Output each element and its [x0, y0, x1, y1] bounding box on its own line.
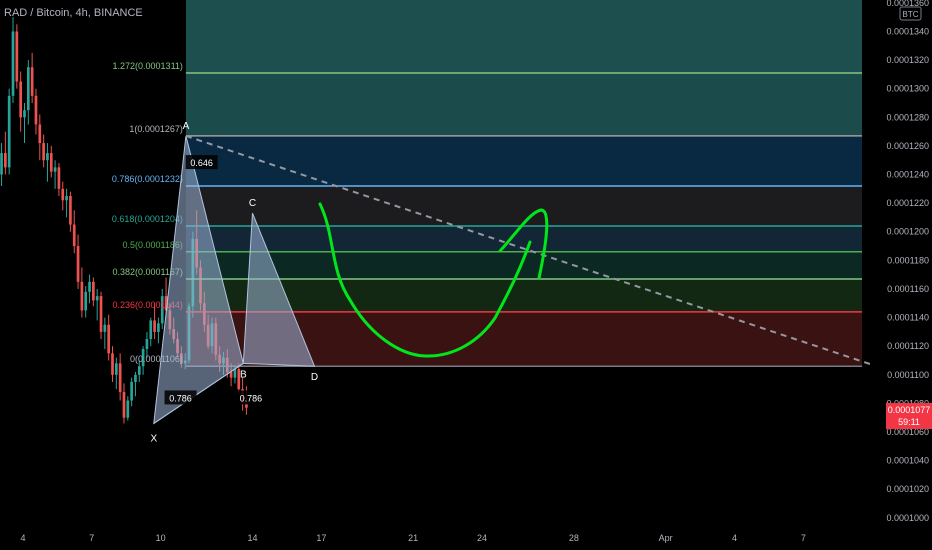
candle-body [111, 353, 114, 375]
candle-body [229, 371, 233, 378]
candle-body [114, 363, 118, 375]
time-tick-label: 10 [156, 533, 166, 543]
price-tick-label: 0.0001240 [886, 170, 929, 180]
candle-body [95, 296, 99, 301]
bar-countdown: 59:11 [898, 417, 920, 427]
fib-level-label: 1(0.0001267) [129, 124, 183, 134]
pattern-ratio-label: 0.646 [190, 158, 213, 168]
price-tick-label: 0.0001020 [886, 484, 929, 494]
candle-body [7, 95, 11, 168]
candle-body [53, 167, 57, 172]
price-tick-label: 0.0001300 [886, 84, 929, 94]
candle-body [72, 224, 76, 247]
time-tick-label: Apr [659, 533, 673, 543]
candle-body [103, 324, 107, 332]
candle-body [0, 153, 3, 175]
time-tick-label: 14 [247, 533, 257, 543]
candle-body [130, 381, 133, 401]
candle-body [19, 81, 23, 118]
price-tick-label: 0.0001340 [886, 26, 929, 36]
time-tick-label: 21 [408, 533, 418, 543]
candle-body [57, 167, 61, 189]
fib-level-label: 0.786(0.0001232) [112, 174, 183, 184]
pattern-ratio-label: 0.786 [240, 393, 263, 403]
candle-body [149, 320, 153, 340]
fib-zone [185, 72, 862, 136]
candle-body [99, 296, 103, 332]
price-tick-label: 0.0001320 [886, 55, 929, 65]
time-tick-label: 7 [89, 533, 94, 543]
candle-body [145, 339, 149, 350]
time-tick-label: 7 [801, 533, 806, 543]
last-price-label: 0.0001077 [888, 405, 931, 415]
candle-body [153, 320, 156, 332]
candle-body [69, 195, 72, 225]
fib-zone [185, 185, 862, 227]
pattern-point-label: A [183, 121, 190, 132]
candle-body [122, 391, 126, 418]
candle-body [107, 324, 111, 354]
price-tick-label: 0.0001220 [886, 198, 929, 208]
price-tick-label: 0.0001200 [886, 227, 929, 237]
candle-body [92, 281, 95, 301]
time-tick-label: 4 [732, 533, 737, 543]
candle-body [38, 124, 42, 144]
pattern-ratio-label: 0.786 [169, 393, 192, 403]
candle-body [42, 143, 45, 161]
candle-body [23, 110, 26, 118]
candle-body [11, 31, 15, 96]
time-tick-label: 24 [477, 533, 487, 543]
time-tick-label: 4 [20, 533, 25, 543]
price-tick-label: 0.0001180 [887, 255, 929, 265]
candle-body [26, 67, 30, 111]
symbol-title: RAD / Bitcoin, 4h, BINANCE [4, 7, 143, 19]
candle-body [65, 195, 68, 201]
candle-body [134, 374, 137, 382]
candle-body [4, 153, 7, 168]
fib-level-label: 0.618(0.0001204) [112, 214, 183, 224]
price-tick-label: 0.0001040 [886, 456, 929, 466]
pattern-point-label: B [240, 369, 247, 380]
candle-body [118, 363, 122, 392]
candle-body [34, 95, 38, 125]
candle-body [30, 67, 34, 96]
pattern-point-label: C [249, 198, 256, 209]
time-axis-background [0, 525, 932, 550]
fib-zone-top [185, 0, 862, 73]
candle-body [61, 188, 65, 201]
fib-zone [185, 135, 862, 186]
last-price-tag: 0.0001077 59:11 [886, 403, 932, 429]
candle-body [80, 281, 84, 311]
candle-body [76, 246, 80, 282]
price-tick-label: 0.0001140 [887, 313, 929, 323]
currency-badge-label: BTC [903, 10, 919, 19]
candle-body [15, 31, 19, 82]
fib-level-label: 1.272(0.0001311) [113, 61, 183, 71]
time-tick-label: 17 [316, 533, 326, 543]
price-tick-label: 0.0001280 [886, 112, 929, 122]
time-tick-label: 28 [569, 533, 579, 543]
pattern-point-label: D [311, 372, 318, 383]
candle-body [157, 323, 160, 332]
pattern-point-label: X [150, 433, 157, 444]
candle-body [49, 153, 53, 172]
price-tick-label: 0.0001160 [887, 284, 929, 294]
candle-body [126, 400, 130, 418]
candle-body [84, 291, 88, 311]
price-tick-label: 0.0001120 [887, 341, 929, 351]
price-tick-label: 0.0001000 [886, 513, 929, 523]
candle-body [137, 366, 141, 375]
price-tick-label: 0.0001260 [886, 141, 929, 151]
candle-body [46, 153, 49, 161]
candle-body [88, 281, 91, 292]
candle-body [233, 369, 237, 378]
chart-canvas[interactable]: 1.272(0.0001311) 1(0.0001267) 0.786(0.0001… [0, 0, 932, 550]
price-tick-label: 0.0001100 [887, 370, 929, 380]
